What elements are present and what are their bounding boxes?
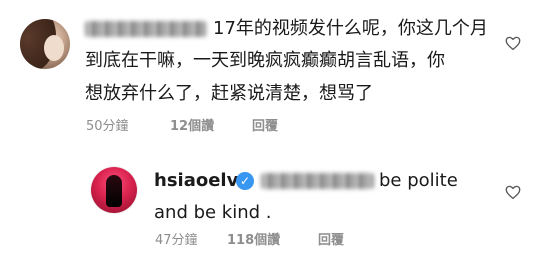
comment-like-count[interactable]: 118個讚 <box>227 233 280 249</box>
heart-outline-icon[interactable] <box>504 183 522 201</box>
heart-outline-icon[interactable] <box>504 34 522 52</box>
comment-text-line-2: and be kind . <box>154 202 272 223</box>
comment-text-line-1: 17年的视频发什么呢，你这几个月 <box>213 18 488 39</box>
avatar-figure <box>106 175 122 207</box>
comment-text-line-3: 想放弃什么了，赶紧说清楚，想骂了 <box>85 83 373 104</box>
avatar[interactable] <box>20 19 70 69</box>
comment-text-line-2: 到底在干嘛，一天到晚疯疯癫癫胡言乱语，你 <box>85 50 445 71</box>
mention-redacted[interactable] <box>261 173 374 189</box>
comment-time: 47分鐘 <box>155 233 198 248</box>
avatar-face <box>44 35 64 61</box>
comment-reply-button[interactable]: 回覆 <box>252 119 278 135</box>
comment-time: 50分鐘 <box>86 119 129 134</box>
comment-like-count[interactable]: 12個讚 <box>170 119 214 135</box>
comment-reply-button[interactable]: 回覆 <box>318 233 344 249</box>
username-redacted[interactable] <box>85 21 207 37</box>
verified-badge-icon: ✓ <box>236 172 254 190</box>
avatar[interactable] <box>91 167 137 213</box>
comment-text-line-1: be polite <box>379 170 458 191</box>
